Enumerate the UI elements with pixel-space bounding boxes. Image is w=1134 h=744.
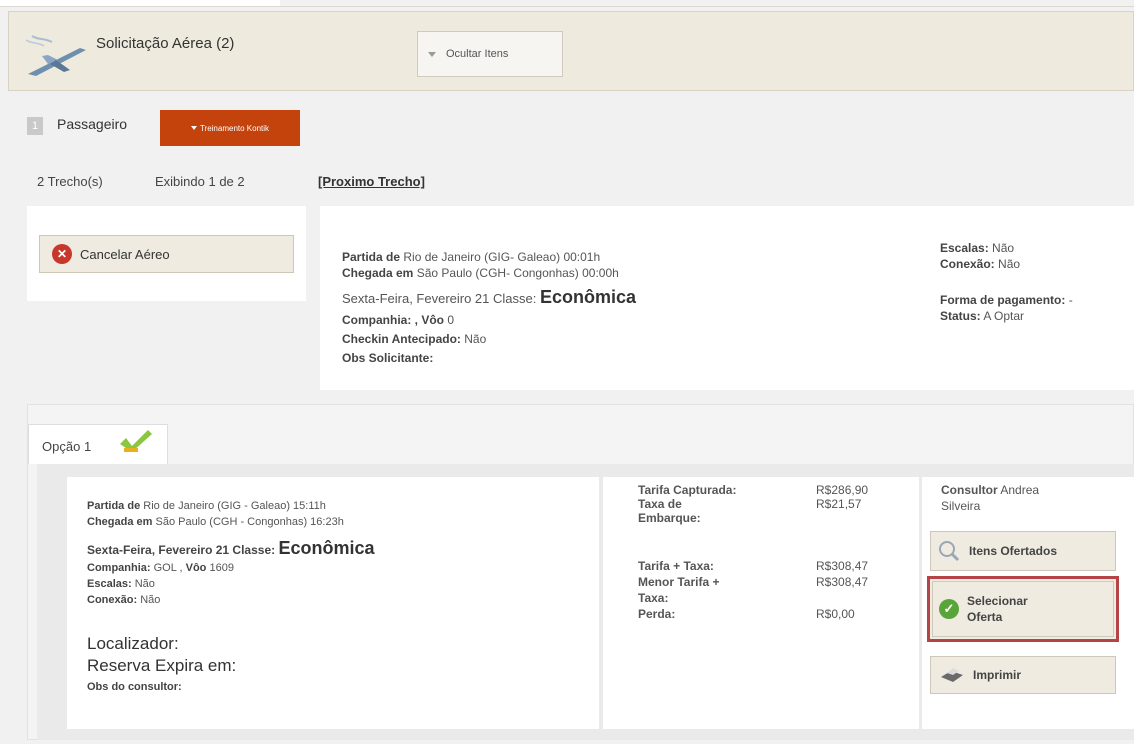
price-value: R$286,90	[816, 483, 869, 497]
company-line: Companhia: , Vôo 0	[342, 313, 455, 327]
checkmark-icon	[120, 430, 152, 452]
option-tab-label: Opção 1	[42, 439, 92, 454]
date-class-line: Sexta-Feira, Fevereiro 21 Classe: Econôm…	[342, 287, 637, 307]
passenger-name-badge[interactable]: Treinamento Kontik	[160, 110, 300, 146]
price-label: Taxa:	[638, 591, 669, 605]
obs-requester: Obs Solicitante:	[342, 351, 434, 365]
price-value: R$308,47	[816, 575, 869, 589]
stops-line: Escalas: Não	[940, 241, 1015, 255]
airplane-icon	[25, 35, 86, 76]
segment-showing: Exibindo 1 de 2	[155, 174, 245, 189]
option-departure: Partida de Rio de Janeiro (GIG - Galeao)…	[87, 500, 326, 512]
locator-label: Localizador:	[87, 634, 179, 653]
payment-line: Forma de pagamento: -	[940, 293, 1073, 307]
departure-line: Partida de Rio de Janeiro (GIG- Galeao) …	[342, 250, 601, 264]
page-title: Solicitação Aérea (2)	[96, 35, 235, 52]
status-line: Status: A Optar	[940, 309, 1025, 323]
select-offer-label: Selecionar Oferta	[967, 594, 1028, 624]
expires-label: Reserva Expira em:	[87, 656, 237, 675]
segment-count: 2 Trecho(s)	[37, 174, 103, 189]
consultant-name: Silveira	[941, 499, 981, 513]
connection-line: Conexão: Não	[940, 257, 1021, 271]
print-button[interactable]: Imprimir	[930, 656, 1116, 694]
passenger-name: Treinamento Kontik	[199, 123, 270, 133]
passenger-number: 1	[27, 117, 43, 135]
offered-items-button[interactable]: Itens Ofertados	[930, 531, 1116, 571]
arrival-line: Chegada em São Paulo (CGH- Congonhas) 00…	[342, 266, 619, 280]
triangle-down-icon	[190, 126, 197, 130]
price-label: Perda:	[638, 607, 676, 621]
consultant-obs: Obs do consultor:	[87, 681, 182, 693]
consultant-line: Consultor Andrea	[941, 483, 1040, 497]
select-offer-button[interactable]: ✓ Selecionar Oferta	[932, 581, 1114, 637]
offered-items-label: Itens Ofertados	[969, 544, 1058, 558]
price-label: Taxa de	[638, 497, 682, 511]
price-label: Embarque:	[638, 511, 701, 525]
checkin-line: Checkin Antecipado: Não	[342, 332, 487, 346]
price-label: Menor Tarifa +	[638, 575, 720, 589]
option-connection: Conexão: Não	[87, 594, 161, 606]
price-value: R$308,47	[816, 559, 869, 573]
passenger-label: Passageiro	[57, 116, 128, 132]
option-arrival: Chegada em São Paulo (CGH - Congonhas) 1…	[87, 516, 344, 528]
price-label: Tarifa + Taxa:	[638, 559, 714, 573]
printer-icon	[941, 668, 963, 682]
header: Solicitação Aérea (2) Ocultar Itens	[0, 0, 1134, 98]
triangle-down-icon	[428, 51, 436, 57]
option-stops: Escalas: Não	[87, 578, 155, 590]
search-icon	[939, 541, 960, 562]
close-icon: ✕	[52, 244, 72, 264]
price-value: R$21,57	[816, 497, 862, 511]
next-segment-link[interactable]: [Proximo Trecho]	[318, 174, 425, 189]
cancel-flight-button[interactable]: ✕ Cancelar Aéreo	[39, 235, 294, 273]
divider	[0, 6, 1134, 7]
cancel-flight-label: Cancelar Aéreo	[80, 246, 170, 262]
option-company: Companhia: GOL , Vôo 1609	[87, 562, 234, 574]
hide-items-label: Ocultar Itens	[446, 48, 509, 60]
price-value: R$0,00	[816, 607, 855, 621]
print-label: Imprimir	[973, 668, 1022, 682]
price-label: Tarifa Capturada:	[638, 483, 737, 497]
option-date-class: Sexta-Feira, Fevereiro 21 Classe: Econôm…	[87, 538, 375, 558]
hide-items-button[interactable]: Ocultar Itens	[417, 31, 563, 77]
check-circle-icon: ✓	[939, 599, 959, 619]
